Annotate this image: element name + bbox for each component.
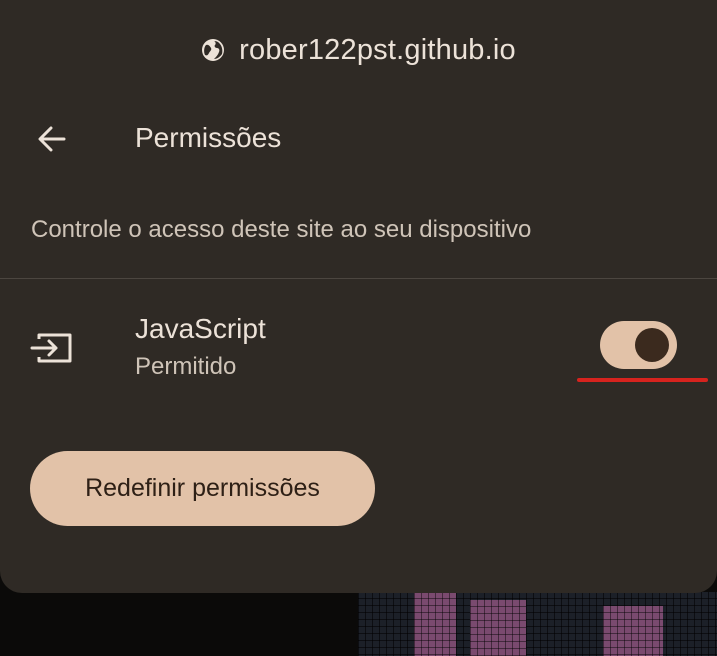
- site-header: rober122pst.github.io: [0, 28, 717, 72]
- back-arrow-icon[interactable]: [34, 121, 70, 157]
- javascript-toggle[interactable]: [600, 321, 677, 369]
- background-image-fragment: [414, 592, 456, 656]
- permission-status: Permitido: [135, 353, 237, 380]
- globe-icon: [202, 39, 225, 61]
- background-image-fragment: [603, 606, 663, 656]
- permission-name: JavaScript: [135, 313, 266, 344]
- background-image: [358, 592, 717, 656]
- divider: [0, 278, 717, 279]
- page-description: Controle o acesso deste site ao seu disp…: [31, 216, 532, 243]
- background-image-fragment: [470, 600, 526, 656]
- reset-permissions-button[interactable]: Redefinir permissões: [30, 451, 375, 526]
- page-title: Permissões: [135, 122, 282, 153]
- annotation-underline: [577, 378, 708, 382]
- input-arrow-icon: [30, 333, 72, 363]
- toggle-knob: [635, 328, 669, 362]
- site-host: rober122pst.github.io: [239, 33, 516, 66]
- site-permissions-sheet: rober122pst.github.io Permissões Control…: [0, 0, 717, 593]
